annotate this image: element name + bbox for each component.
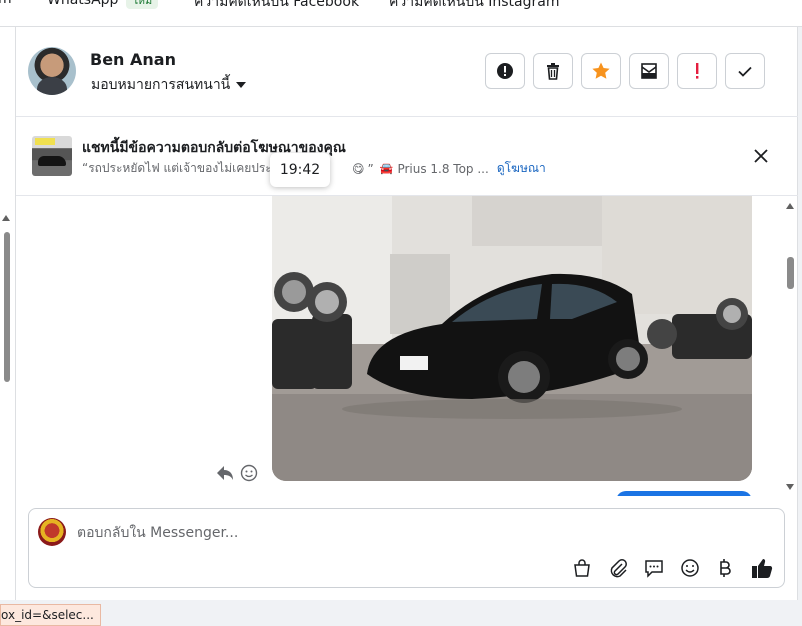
ad-thumbnail[interactable] — [32, 136, 72, 176]
reply-composer — [28, 508, 785, 588]
payment-button[interactable] — [713, 556, 737, 580]
message-thread — [16, 196, 798, 496]
car-photo — [272, 196, 752, 481]
thread-scrollbar-thumb[interactable] — [787, 257, 794, 289]
emoji-icon — [681, 559, 699, 577]
ad-name: Prius 1.8 Top ... — [397, 161, 489, 176]
caret-down-icon — [236, 82, 247, 88]
attach-button[interactable] — [606, 556, 630, 580]
scroll-up-arrow-icon[interactable] — [2, 215, 10, 221]
reply-icon[interactable] — [216, 465, 234, 481]
emoji-icon: 😋 — [352, 161, 365, 176]
status-url: ox_id=&selec... — [0, 604, 101, 626]
assign-label: มอบหมายการสนทนานี้ — [91, 77, 231, 93]
outgoing-message-bubble[interactable] — [616, 491, 752, 496]
top-tab-strip: m WhatsApp ใหม่ ความคิดเห็นบน Facebook คว… — [0, 0, 802, 27]
new-badge: ใหม่ — [126, 0, 159, 9]
tab-instagram-comments[interactable]: ความคิดเห็นบน Instagram — [389, 0, 560, 13]
exclamation-icon — [696, 63, 699, 79]
conversation-header: Ben Anan มอบหมายการสนทนานี้ — [16, 27, 798, 117]
thumbs-up-button[interactable] — [750, 556, 774, 580]
react-emoji-icon[interactable] — [240, 464, 258, 482]
mark-unread-button[interactable] — [629, 53, 669, 89]
ad-reply-banner: แชทนี้มีข้อความตอบกลับต่อโฆษณาของคุณ “รถ… — [16, 117, 798, 196]
star-button[interactable] — [581, 53, 621, 89]
shopping-bag-icon — [574, 559, 590, 577]
alert-circle-icon — [497, 63, 513, 79]
view-ad-link[interactable]: ดูโฆษณา — [497, 159, 546, 178]
car-icon: 🚘 — [379, 162, 394, 175]
message-actions — [216, 464, 258, 482]
page-avatar — [38, 518, 66, 546]
conversation-panel: Ben Anan มอบหมายการสนทนานี้ แชทนี้มีข้อค… — [16, 27, 798, 600]
chat-bubble-icon — [645, 560, 663, 578]
saved-replies-button[interactable] — [642, 556, 666, 580]
mark-done-button[interactable] — [725, 53, 765, 89]
tab-partial[interactable]: m — [0, 0, 12, 7]
emoji-button[interactable] — [678, 556, 702, 580]
assign-conversation-dropdown[interactable]: มอบหมายการสนทนานี้ — [91, 74, 247, 96]
avatar[interactable] — [28, 47, 76, 95]
scroll-down-arrow-icon[interactable] — [786, 484, 794, 490]
thumbs-up-icon — [752, 559, 773, 578]
tab-whatsapp-label: WhatsApp — [47, 0, 119, 8]
tab-whatsapp[interactable]: WhatsApp ใหม่ — [47, 0, 159, 9]
delete-button[interactable] — [533, 53, 573, 89]
message-image-car[interactable] — [272, 196, 752, 481]
check-icon — [738, 66, 752, 77]
baht-icon — [720, 559, 731, 577]
bottom-strip — [0, 600, 802, 626]
follow-up-button[interactable] — [677, 53, 717, 89]
spam-report-button[interactable] — [485, 53, 525, 89]
paperclip-icon — [610, 559, 627, 578]
star-icon — [592, 62, 610, 79]
ad-quote-end: ” — [367, 161, 374, 176]
tab-facebook-comments[interactable]: ความคิดเห็นบน Facebook — [194, 0, 359, 13]
scroll-up-arrow-icon[interactable] — [786, 203, 794, 209]
timestamp-tooltip: 19:42 — [270, 153, 330, 187]
contact-name[interactable]: Ben Anan — [90, 50, 176, 69]
close-icon — [754, 149, 768, 163]
close-banner-button[interactable] — [751, 146, 771, 166]
envelope-icon — [641, 63, 657, 79]
trash-icon — [547, 63, 559, 80]
shop-button[interactable] — [570, 556, 594, 580]
left-scrollbar-thumb[interactable] — [4, 232, 10, 382]
reply-input[interactable] — [77, 523, 727, 543]
left-scroll-track[interactable] — [0, 27, 16, 623]
